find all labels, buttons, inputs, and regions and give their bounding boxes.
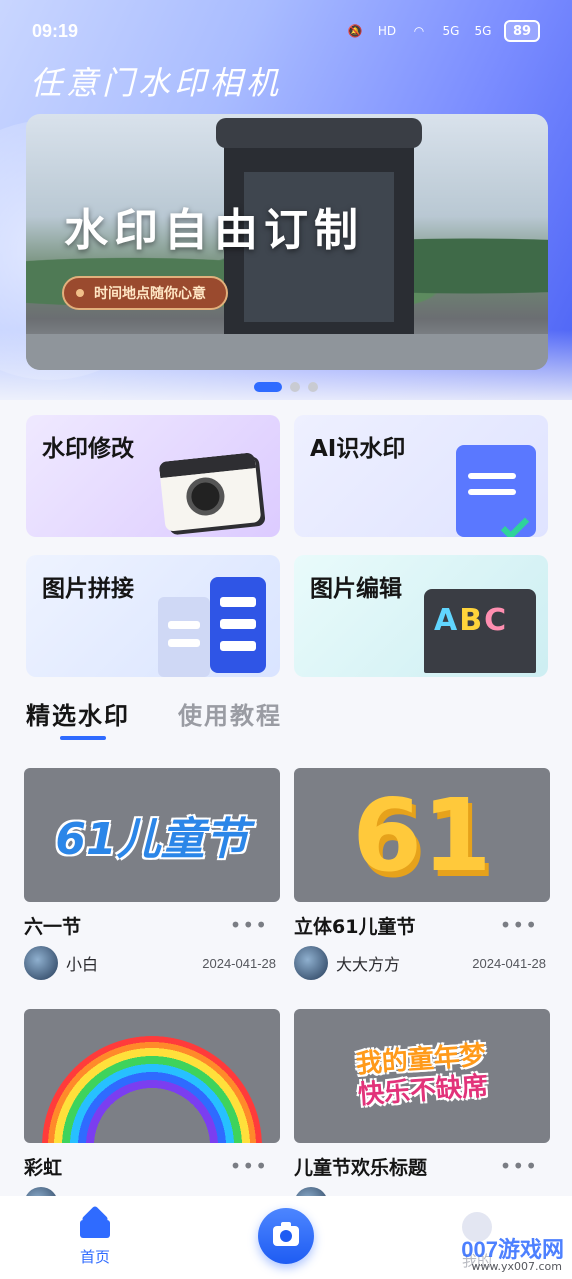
wifi-icon: ◠ [413,24,425,38]
rainbow-image [42,1036,262,1143]
site-watermark-url: www.yx007.com [471,1260,562,1273]
more-options-icon[interactable]: ••• [230,913,268,937]
home-icon [80,1212,110,1238]
tile-label: AI识水印 [310,436,406,462]
card-thumbnail[interactable]: 61 [294,768,550,902]
nav-home-label: 首页 [79,1248,110,1266]
author-name: 小白 [66,955,99,974]
content-tabs: 精选水印 使用教程 [26,696,282,740]
camera-icon [158,452,268,537]
author-name: 大大方方 [336,955,401,974]
tab-featured-watermarks[interactable]: 精选水印 [26,696,130,740]
more-options-icon[interactable]: ••• [500,913,538,937]
tile-ai-watermark[interactable]: AI识水印 [294,415,548,537]
signal-icon-1: 5G [442,24,460,38]
card-title: 六一节 [24,915,82,938]
promo-banner[interactable]: 水印自由订制 时间地点随你心意 [26,114,548,370]
signal-icon-2: 5G [474,24,492,38]
card-date: 2024-041-28 [472,955,546,971]
card-date: 2024-041-28 [202,955,276,971]
thumb-art-text: 61儿童节 [55,814,249,865]
more-options-icon[interactable]: ••• [500,1154,538,1178]
camera-button[interactable] [258,1208,314,1264]
thumb-art-text: 61 [352,776,492,894]
laptop-abc-icon: ABC [424,589,536,677]
tile-watermark-edit[interactable]: 水印修改 [26,415,280,537]
feature-tiles: 水印修改 AI识水印 图片拼接 图片编辑 ABC [26,415,548,677]
card-title: 彩虹 [24,1156,63,1179]
card-title: 立体61儿童节 [294,915,416,938]
card-thumbnail[interactable]: 我的童年梦 快乐不缺席 [294,1009,550,1143]
banner-title: 水印自由订制 [64,205,364,256]
card-title: 儿童节欢乐标题 [294,1156,428,1179]
tile-image-edit[interactable]: 图片编辑 ABC [294,555,548,677]
avatar[interactable] [24,946,58,980]
carousel-dot-2[interactable] [290,382,300,392]
watermark-card[interactable]: 61儿童节 六一节 ••• 小白 2024-041-28 [24,768,280,1009]
hd-icon: HD [377,24,397,38]
watermark-card[interactable]: 61 立体61儿童节 ••• 大大方方 2024-041-28 [294,768,550,1009]
carousel-dot-3[interactable] [308,382,318,392]
thumb-art-text: 我的童年梦 快乐不缺席 [355,1040,489,1111]
nav-home[interactable]: 首页 [0,1196,190,1267]
status-time: 09:19 [32,20,79,41]
banner-subtitle: 时间地点随你心意 [62,276,228,310]
battery-icon: 89 [504,20,540,42]
tile-label: 水印修改 [42,436,134,462]
more-options-icon[interactable]: ••• [230,1154,268,1178]
tile-label: 图片编辑 [310,576,402,602]
tile-image-stitch[interactable]: 图片拼接 [26,555,280,677]
mute-bell-icon: 🔕 [347,24,363,38]
carousel-dot-1[interactable] [254,382,282,392]
camera-icon [273,1222,299,1246]
carousel-indicator [0,382,572,392]
card-thumbnail[interactable] [24,1009,280,1143]
status-bar: 09:19 🔕 HD ◠ 5G 5G 89 [0,0,572,62]
avatar[interactable] [294,946,328,980]
watermark-grid: 61儿童节 六一节 ••• 小白 2024-041-28 61 立体61儿童节 … [24,768,550,1250]
status-icons: 🔕 HD ◠ 5G 5G 89 [344,20,540,42]
card-thumbnail[interactable]: 61儿童节 [24,768,280,902]
banner-road [26,334,548,370]
app-title: 任意门水印相机 [30,64,283,102]
tile-label: 图片拼接 [42,576,134,602]
tab-tutorials[interactable]: 使用教程 [178,696,282,731]
